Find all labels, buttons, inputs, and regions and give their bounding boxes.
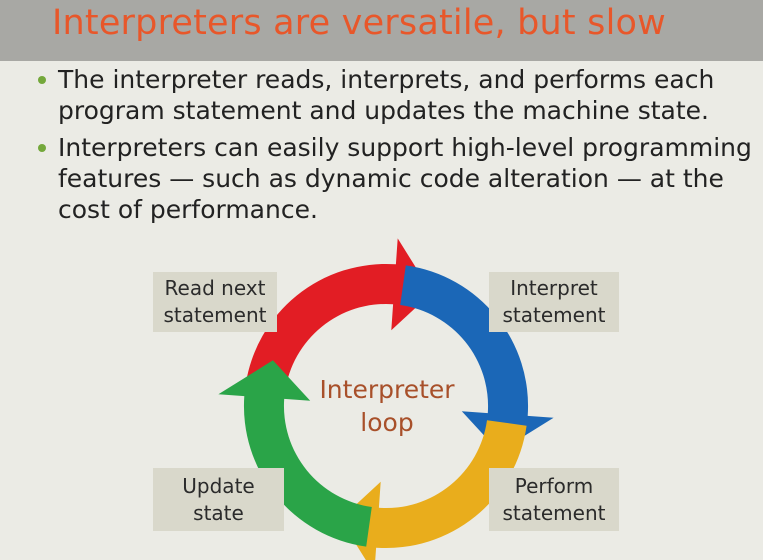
step-label: Interpret statement <box>502 276 606 327</box>
step-label: Read next statement <box>163 276 267 327</box>
interpreter-loop-diagram <box>218 238 554 560</box>
diagram-center-label: Interpreter loop <box>319 375 455 437</box>
step-perform-statement: Perform statement <box>489 468 619 531</box>
step-interpret-statement: Interpret statement <box>489 272 619 332</box>
step-update-state: Update state <box>153 468 284 531</box>
step-label: Perform statement <box>502 473 606 525</box>
step-read-next-statement: Read next statement <box>153 272 277 332</box>
step-label: Update state <box>182 473 255 525</box>
